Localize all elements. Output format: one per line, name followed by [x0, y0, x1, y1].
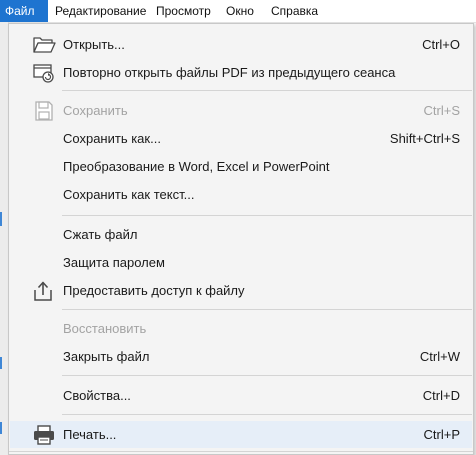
menu-item-protect-label: Защита паролем	[63, 255, 165, 270]
background-marker	[0, 422, 2, 434]
menu-item-convert-label: Преобразование в Word, Excel и PowerPoin…	[63, 159, 330, 174]
menu-item-convert-office[interactable]: Преобразование в Word, Excel и PowerPoin…	[10, 153, 472, 180]
share-icon	[32, 280, 56, 302]
menu-file[interactable]: Файл	[0, 0, 48, 22]
menu-item-save-as-text[interactable]: Сохранить как текст...	[10, 181, 472, 208]
menu-item-save-shortcut: Ctrl+S	[423, 103, 460, 118]
menu-item-share-label: Предоставить доступ к файлу	[63, 283, 245, 298]
menu-item-close-file[interactable]: Закрыть файл Ctrl+W	[10, 343, 472, 370]
menu-item-save-as-shortcut: Shift+Ctrl+S	[389, 131, 460, 146]
menu-help-label: Справка	[271, 4, 319, 18]
menu-edit-label: Редактирование	[55, 4, 147, 18]
file-menu-dropdown: Открыть... Ctrl+O Повторно открыть файлы…	[8, 23, 474, 455]
menu-item-properties-label: Свойства...	[63, 388, 131, 403]
menu-separator	[62, 215, 472, 216]
menu-item-share[interactable]: Предоставить доступ к файлу	[10, 277, 472, 304]
menu-item-compress-label: Сжать файл	[63, 227, 138, 242]
menu-item-save-as-label: Сохранить как...	[63, 131, 161, 146]
menu-item-print-label: Печать...	[63, 427, 117, 442]
menu-item-save: Сохранить Ctrl+S	[10, 97, 472, 124]
background-marker	[0, 212, 2, 226]
menu-item-restore-label: Восстановить	[63, 321, 147, 336]
menu-separator	[62, 414, 472, 415]
menu-separator	[62, 309, 472, 310]
menu-item-open-shortcut: Ctrl+O	[422, 37, 460, 52]
menu-item-password-protect[interactable]: Защита паролем	[10, 249, 472, 276]
menu-view-label: Просмотр	[156, 4, 211, 18]
menu-item-restore: Восстановить	[10, 315, 472, 342]
save-disk-icon	[32, 100, 56, 122]
menu-item-open[interactable]: Открыть... Ctrl+O	[10, 31, 472, 58]
menu-item-print[interactable]: Печать... Ctrl+P	[10, 421, 472, 448]
menu-window[interactable]: Окно	[221, 0, 259, 22]
menu-item-properties[interactable]: Свойства... Ctrl+D	[10, 382, 472, 409]
printer-icon	[32, 424, 56, 446]
menu-item-close-shortcut: Ctrl+W	[419, 349, 460, 364]
menu-item-properties-shortcut: Ctrl+D	[422, 388, 460, 403]
menu-file-label: Файл	[5, 4, 35, 18]
menu-view[interactable]: Просмотр	[151, 0, 216, 22]
menu-item-compress[interactable]: Сжать файл	[10, 221, 472, 248]
menu-separator	[62, 375, 472, 376]
menu-item-close-label: Закрыть файл	[63, 349, 150, 364]
menu-item-save-as[interactable]: Сохранить как... Shift+Ctrl+S	[10, 125, 472, 152]
menu-window-label: Окно	[226, 4, 254, 18]
menu-bar: Файл Редактирование Просмотр Окно Справк…	[0, 0, 476, 23]
menu-item-reopen-label: Повторно открыть файлы PDF из предыдущег…	[63, 65, 396, 80]
folder-open-icon	[32, 34, 56, 56]
menu-item-print-shortcut: Ctrl+P	[423, 427, 460, 442]
menu-item-reopen-session[interactable]: Повторно открыть файлы PDF из предыдущег…	[10, 59, 472, 86]
menu-separator	[62, 90, 472, 91]
menu-bottom-separator	[9, 451, 473, 452]
menu-edit[interactable]: Редактирование	[50, 0, 151, 22]
reopen-session-icon	[32, 62, 56, 84]
menu-item-save-label: Сохранить	[63, 103, 128, 118]
menu-item-open-label: Открыть...	[63, 37, 125, 52]
menu-help[interactable]: Справка	[266, 0, 323, 22]
background-marker	[0, 357, 2, 369]
menu-item-save-text-label: Сохранить как текст...	[63, 187, 195, 202]
